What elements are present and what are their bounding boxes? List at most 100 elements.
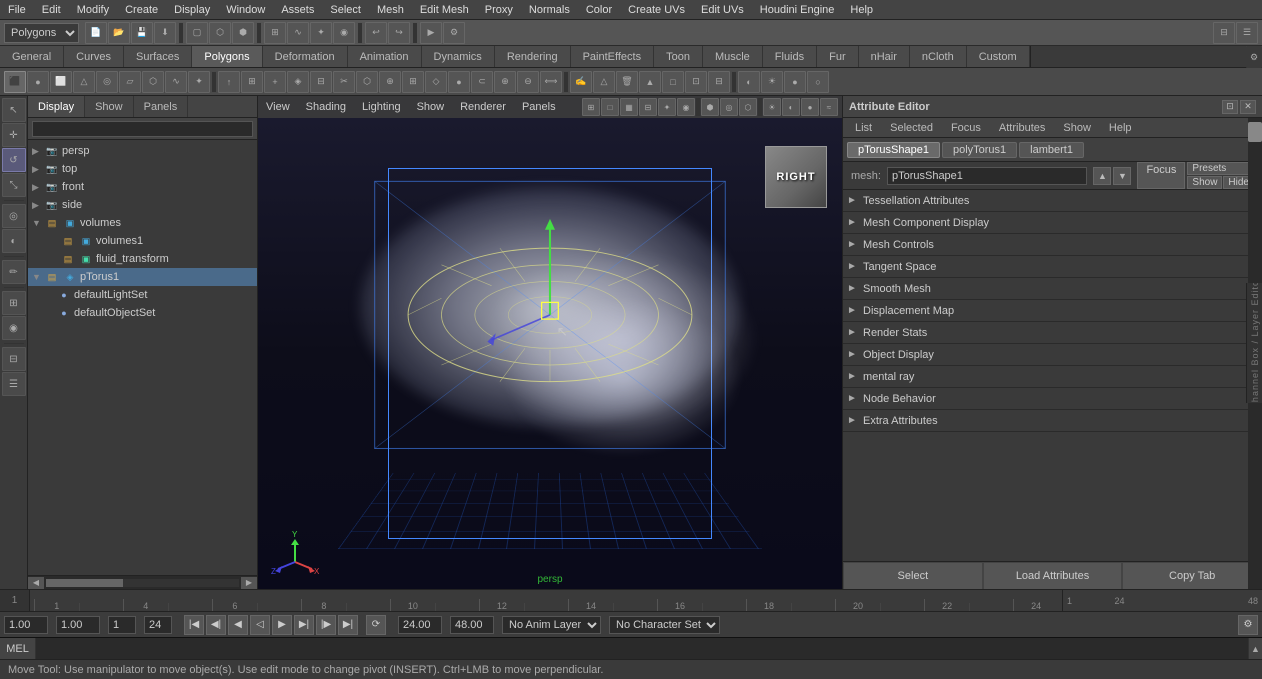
next-key-btn[interactable]: |▶ — [316, 615, 336, 635]
timeline[interactable]: 1 1 4 6 8 10 12 14 16 18 — [0, 589, 1262, 611]
cmd-input-field[interactable] — [36, 638, 1248, 659]
shelf-sphere-icon[interactable]: ● — [27, 71, 49, 93]
tab-general[interactable]: General — [0, 46, 64, 67]
shelf-cone-icon[interactable]: △ — [73, 71, 95, 93]
mode-select[interactable]: Polygons Surfaces Animation — [4, 23, 79, 43]
shelf-merge-icon[interactable]: ⊟ — [310, 71, 332, 93]
timeline-ruler-area[interactable]: 1 4 6 8 10 12 14 16 18 20 22 — [30, 590, 1062, 611]
ae-attr-tessellation[interactable]: ► Tessellation Attributes — [843, 190, 1248, 212]
menu-create-uvs[interactable]: Create UVs — [620, 3, 693, 17]
undo-btn[interactable]: ↩ — [365, 22, 387, 44]
ae-menu-show[interactable]: Show — [1055, 118, 1099, 137]
ae-load-attrs-btn[interactable]: Load Attributes — [983, 562, 1123, 590]
shelf-plane-icon[interactable]: ▱ — [119, 71, 141, 93]
show-grid-icon[interactable]: ⊞ — [2, 291, 26, 315]
select-tool-icon[interactable]: ↖ — [2, 98, 26, 122]
playback-range-end[interactable] — [144, 616, 172, 634]
display-options-btn[interactable]: ⊟ — [1213, 22, 1235, 44]
vp-smooth-icon[interactable]: ◎ — [720, 98, 738, 116]
play-back-btn[interactable]: ◁ — [250, 615, 270, 635]
tab-curves[interactable]: Curves — [64, 46, 124, 67]
tab-ncloth[interactable]: nCloth — [910, 46, 967, 67]
snap-point-btn[interactable]: ✦ — [310, 22, 332, 44]
shelf-cut-icon[interactable]: ⬡ — [356, 71, 378, 93]
ae-attr-mental-ray[interactable]: ► mental ray — [843, 366, 1248, 388]
ae-mesh-input[interactable] — [887, 167, 1087, 185]
shelf-connect-icon[interactable]: ⊕ — [379, 71, 401, 93]
vp-menu-renderer[interactable]: Renderer — [452, 96, 514, 118]
menu-edit[interactable]: Edit — [34, 3, 69, 17]
shelf-bevel-icon[interactable]: ◇ — [425, 71, 447, 93]
import-btn[interactable]: ⬇ — [154, 22, 176, 44]
outliner-search-input[interactable] — [32, 121, 253, 137]
cmd-language-label[interactable]: MEL — [0, 638, 36, 659]
vp-menu-show[interactable]: Show — [409, 96, 453, 118]
shelf-fill-icon[interactable]: ◈ — [287, 71, 309, 93]
vp-display-icon[interactable]: ⬢ — [701, 98, 719, 116]
tab-rendering[interactable]: Rendering — [495, 46, 571, 67]
ae-attr-object-display[interactable]: ► Object Display — [843, 344, 1248, 366]
anim-layer-select[interactable]: No Anim Layer — [502, 616, 601, 634]
menu-modify[interactable]: Modify — [69, 3, 117, 17]
ae-attr-extra-attributes[interactable]: ► Extra Attributes — [843, 410, 1248, 432]
vp-icon1[interactable]: ⊞ — [582, 98, 600, 116]
menu-assets[interactable]: Assets — [273, 3, 322, 17]
menu-file[interactable]: File — [0, 3, 34, 17]
render-btn[interactable]: ▶ — [420, 22, 442, 44]
shelf-cylinder-icon[interactable]: ⬜ — [50, 71, 72, 93]
shelf-platonic-icon[interactable]: ✦ — [188, 71, 210, 93]
shelf-append-icon[interactable]: + — [264, 71, 286, 93]
menu-edit-mesh[interactable]: Edit Mesh — [412, 3, 477, 17]
ae-attr-node-behavior[interactable]: ► Node Behavior — [843, 388, 1248, 410]
shelf-sculpt-icon[interactable]: ✍ — [570, 71, 592, 93]
shelf-reduce-icon[interactable]: △ — [593, 71, 615, 93]
menu-proxy[interactable]: Proxy — [477, 3, 521, 17]
outliner-hscroll[interactable]: ◀ ▶ — [28, 575, 257, 589]
hscroll-right[interactable]: ▶ — [241, 577, 257, 589]
vp-icon4[interactable]: ⊟ — [639, 98, 657, 116]
menu-color[interactable]: Color — [578, 3, 620, 17]
play-fwd-btn[interactable]: ▶ — [272, 615, 292, 635]
ae-menu-help[interactable]: Help — [1101, 118, 1140, 137]
show-heads-up-icon[interactable]: ◉ — [2, 316, 26, 340]
character-select[interactable]: No Character Set — [609, 616, 720, 634]
quick-layout-icon[interactable]: ⊟ — [2, 347, 26, 371]
shelf-custom1-icon[interactable]: ⊡ — [685, 71, 707, 93]
ae-presets-btn[interactable]: Presets — [1187, 162, 1254, 175]
shelf-custom2-icon[interactable]: ⊟ — [708, 71, 730, 93]
hscroll-track[interactable] — [46, 579, 239, 587]
snap-curve-btn[interactable]: ∿ — [287, 22, 309, 44]
new-file-btn[interactable]: 📄 — [85, 22, 107, 44]
shelf-light3-icon[interactable]: ○ — [807, 71, 829, 93]
view-cube[interactable]: RIGHT — [765, 146, 827, 208]
snap-grid-btn[interactable]: ⊞ — [264, 22, 286, 44]
menu-normals[interactable]: Normals — [521, 3, 578, 17]
outliner-item-top[interactable]: ▶ 📷 top — [28, 160, 257, 178]
shelf-shadow-icon[interactable]: ◐ — [738, 71, 760, 93]
tab-muscle[interactable]: Muscle — [703, 46, 763, 67]
cmd-expand-btn[interactable]: ▲ — [1248, 638, 1262, 660]
tab-animation[interactable]: Animation — [348, 46, 422, 67]
vp-shadow-icon[interactable]: ◐ — [782, 98, 800, 116]
tab-deformation[interactable]: Deformation — [263, 46, 348, 67]
loop-btn[interactable]: ⟳ — [366, 615, 386, 635]
vp-wire-icon[interactable]: ⬡ — [739, 98, 757, 116]
menu-help[interactable]: Help — [842, 3, 881, 17]
vp-icon5[interactable]: ✦ — [658, 98, 676, 116]
shelf-cleanup-icon[interactable]: 🗑 — [616, 71, 638, 93]
outliner-item-volumes[interactable]: ▼ ▤ ▣ volumes — [28, 214, 257, 232]
vp-menu-shading[interactable]: Shading — [298, 96, 354, 118]
lasso-select-btn[interactable]: ⬡ — [209, 22, 231, 44]
ae-attr-mesh-component[interactable]: ► Mesh Component Display — [843, 212, 1248, 234]
go-start-btn[interactable]: |◀ — [184, 615, 204, 635]
tab-fur[interactable]: Fur — [817, 46, 859, 67]
shelf-separate-icon[interactable]: ⊖ — [517, 71, 539, 93]
outliner-item-side[interactable]: ▶ 📷 side — [28, 196, 257, 214]
select-tool-btn[interactable]: ▢ — [186, 22, 208, 44]
outliner-item-fluid-transform[interactable]: ▤ ▣ fluid_transform — [28, 250, 257, 268]
tab-dynamics[interactable]: Dynamics — [422, 46, 495, 67]
shelf-light2-icon[interactable]: ● — [784, 71, 806, 93]
shelf-torus-icon[interactable]: ◎ — [96, 71, 118, 93]
shelf-smooth-icon[interactable]: ● — [448, 71, 470, 93]
ae-menu-focus[interactable]: Focus — [943, 118, 989, 137]
